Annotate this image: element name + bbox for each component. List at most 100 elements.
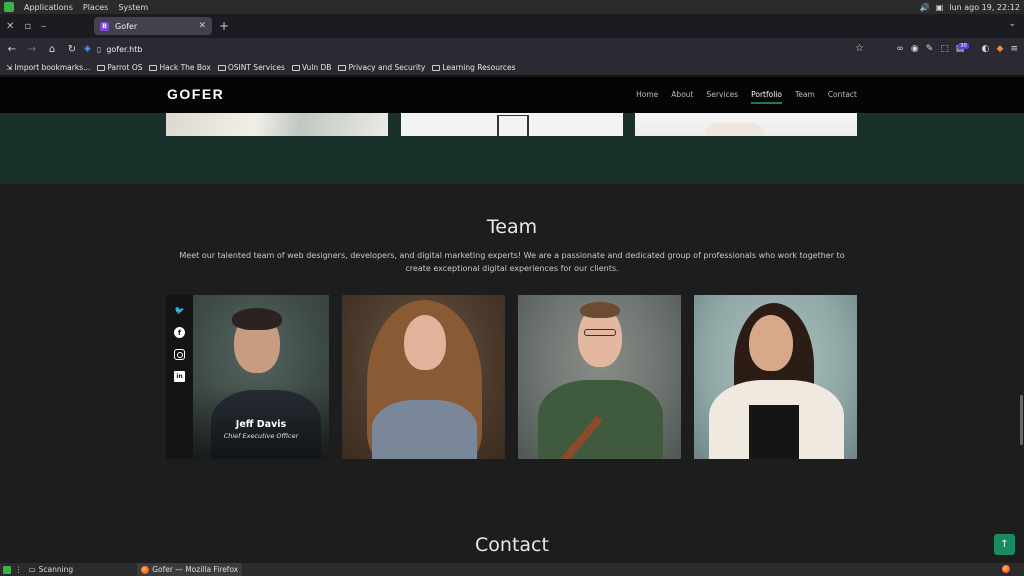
taskbar-label: Scanning xyxy=(38,565,74,574)
folder-icon xyxy=(97,64,106,71)
instagram-icon[interactable] xyxy=(174,349,185,360)
private-mask-icon[interactable]: ∞ xyxy=(896,44,904,54)
site-logo[interactable]: GOFER xyxy=(167,86,224,102)
bookmark-label: Hack The Box xyxy=(159,63,211,72)
bookmark-label: Import bookmarks... xyxy=(14,63,91,72)
forward-button[interactable]: → xyxy=(22,44,42,55)
nav-home[interactable]: Home xyxy=(636,90,658,104)
navigation-toolbar: ← → ⌂ ↻ ◈ ▯ gofer.htb ☆ ∞ ◉ ✎ ⬚ ▤30 ◐ ◆ … xyxy=(0,38,1024,60)
show-desktop-icon[interactable] xyxy=(3,565,11,574)
nav-about[interactable]: About xyxy=(671,90,693,104)
twitter-icon[interactable]: 🐦 xyxy=(174,305,185,316)
back-button[interactable]: ← xyxy=(2,44,22,55)
window-close-icon[interactable]: ✕ xyxy=(6,21,14,32)
list-all-tabs-icon[interactable]: ⌄ xyxy=(1008,19,1016,29)
contact-title: Contact xyxy=(475,534,549,556)
bookmark-privacy[interactable]: Privacy and Security xyxy=(338,63,425,72)
team-member-card[interactable] xyxy=(694,295,857,459)
taskbar-label: Gofer — Mozilla Firefox xyxy=(152,565,239,574)
portfolio-image[interactable] xyxy=(635,113,857,136)
os-top-panel: Applications Places System 🔊 ▣ lun ago 1… xyxy=(0,0,1024,14)
window-maximize-icon[interactable]: ▫ xyxy=(24,21,31,32)
terminal-icon[interactable]: ⋮ xyxy=(15,565,23,574)
member-role: Chief Executive Officer xyxy=(223,432,299,440)
taskbar-item-scanning[interactable]: ▭ Scanning xyxy=(25,563,78,576)
bookmark-learning[interactable]: Learning Resources xyxy=(432,63,516,72)
member-name: Jeff Davis xyxy=(235,419,287,430)
team-title: Team xyxy=(486,216,538,238)
bookmark-hack-the-box[interactable]: Hack The Box xyxy=(149,63,211,72)
folder-icon xyxy=(149,64,158,71)
member-photo-head xyxy=(404,315,446,370)
vpn-icon[interactable]: ◐ xyxy=(982,44,990,54)
site-nav: Home About Services Portfolio Team Conta… xyxy=(636,90,857,104)
bookmark-star-icon[interactable]: ☆ xyxy=(855,43,864,54)
portfolio-image[interactable] xyxy=(166,113,388,136)
bookmark-label: Learning Resources xyxy=(442,63,516,72)
bookmark-parrot-os[interactable]: Parrot OS xyxy=(97,63,142,72)
import-icon: ⇲ xyxy=(6,63,13,72)
folder-icon xyxy=(291,64,300,71)
window-icon: ▭ xyxy=(28,565,36,574)
reload-button[interactable]: ↻ xyxy=(62,44,82,55)
facebook-icon[interactable]: f xyxy=(174,327,185,338)
member-photo-head xyxy=(749,315,793,371)
member-photo-body xyxy=(372,400,477,459)
places-menu[interactable]: Places xyxy=(83,3,108,12)
bookmark-label: OSINT Services xyxy=(227,63,285,72)
member-photo-top xyxy=(749,405,799,459)
tab-gofer[interactable]: B Gofer ✕ xyxy=(94,17,212,35)
tab-favicon-icon: B xyxy=(100,21,109,31)
nav-services[interactable]: Services xyxy=(706,90,738,104)
taskbar: ⋮ ▭ Scanning Gofer — Mozilla Firefox xyxy=(0,563,1024,576)
url-bar[interactable]: ◈ ▯ gofer.htb ☆ xyxy=(84,40,864,58)
bookmark-import[interactable]: ⇲ Import bookmarks... xyxy=(6,63,90,72)
bookmark-label: Parrot OS xyxy=(107,63,143,72)
foxyproxy-icon[interactable]: ◆ xyxy=(997,44,1004,54)
bookmark-label: Vuln DB xyxy=(301,63,332,72)
tab-close-icon[interactable]: ✕ xyxy=(198,21,206,31)
nav-team[interactable]: Team xyxy=(795,90,815,104)
applications-menu[interactable]: Applications xyxy=(24,3,73,12)
volume-icon[interactable]: 🔊 xyxy=(920,3,930,12)
team-member-card[interactable]: 🐦 f in Jeff Davis Chief Executive Office… xyxy=(166,295,329,459)
parrot-logo-icon[interactable] xyxy=(4,2,14,12)
new-tab-button[interactable]: + xyxy=(219,19,229,33)
team-description: Meet our talented team of web designers,… xyxy=(179,251,845,273)
taskbar-item-firefox[interactable]: Gofer — Mozilla Firefox xyxy=(137,563,243,576)
folder-icon xyxy=(338,64,347,71)
home-button[interactable]: ⌂ xyxy=(42,44,62,55)
scrollbar-thumb[interactable] xyxy=(1020,395,1023,445)
system-menu[interactable]: System xyxy=(118,3,148,12)
extension-badge: 30 xyxy=(958,43,969,49)
tracking-shield-icon[interactable]: ◈ xyxy=(84,44,91,54)
account-icon[interactable]: ◉ xyxy=(911,44,919,54)
firefox-icon xyxy=(141,565,150,574)
team-member-card[interactable] xyxy=(342,295,505,459)
page-viewport[interactable]: GOFER Home About Services Portfolio Team… xyxy=(0,77,1024,563)
extensions-icon[interactable]: ⬚ xyxy=(940,44,949,54)
clock[interactable]: lun ago 19, 22:12 xyxy=(949,3,1020,12)
firefox-tray-icon[interactable] xyxy=(1002,565,1010,573)
wrench-icon[interactable]: ✎ xyxy=(926,44,934,54)
site-header: GOFER Home About Services Portfolio Team… xyxy=(0,77,1024,113)
bookmark-vuln-db[interactable]: Vuln DB xyxy=(291,63,332,72)
nav-contact[interactable]: Contact xyxy=(828,90,857,104)
back-to-top-button[interactable]: ↑ xyxy=(994,534,1015,555)
team-section: Team Meet our talented team of web desig… xyxy=(0,184,1024,563)
team-member-card[interactable] xyxy=(518,295,681,459)
url-text[interactable]: gofer.htb xyxy=(106,45,142,54)
page-info-icon[interactable]: ▯ xyxy=(97,45,101,54)
window-minimize-icon[interactable]: – xyxy=(41,21,46,32)
menu-icon[interactable]: ≡ xyxy=(1010,44,1018,54)
portfolio-image[interactable] xyxy=(401,113,623,137)
nav-portfolio[interactable]: Portfolio xyxy=(751,90,782,104)
folder-icon xyxy=(432,64,441,71)
tab-title: Gofer xyxy=(115,21,138,31)
social-links: 🐦 f in xyxy=(166,295,193,459)
folder-icon xyxy=(217,64,226,71)
screen-icon[interactable]: ▣ xyxy=(936,3,944,12)
linkedin-icon[interactable]: in xyxy=(174,371,185,382)
bookmark-osint[interactable]: OSINT Services xyxy=(217,63,285,72)
extension-icon[interactable]: ▤30 xyxy=(956,43,975,54)
